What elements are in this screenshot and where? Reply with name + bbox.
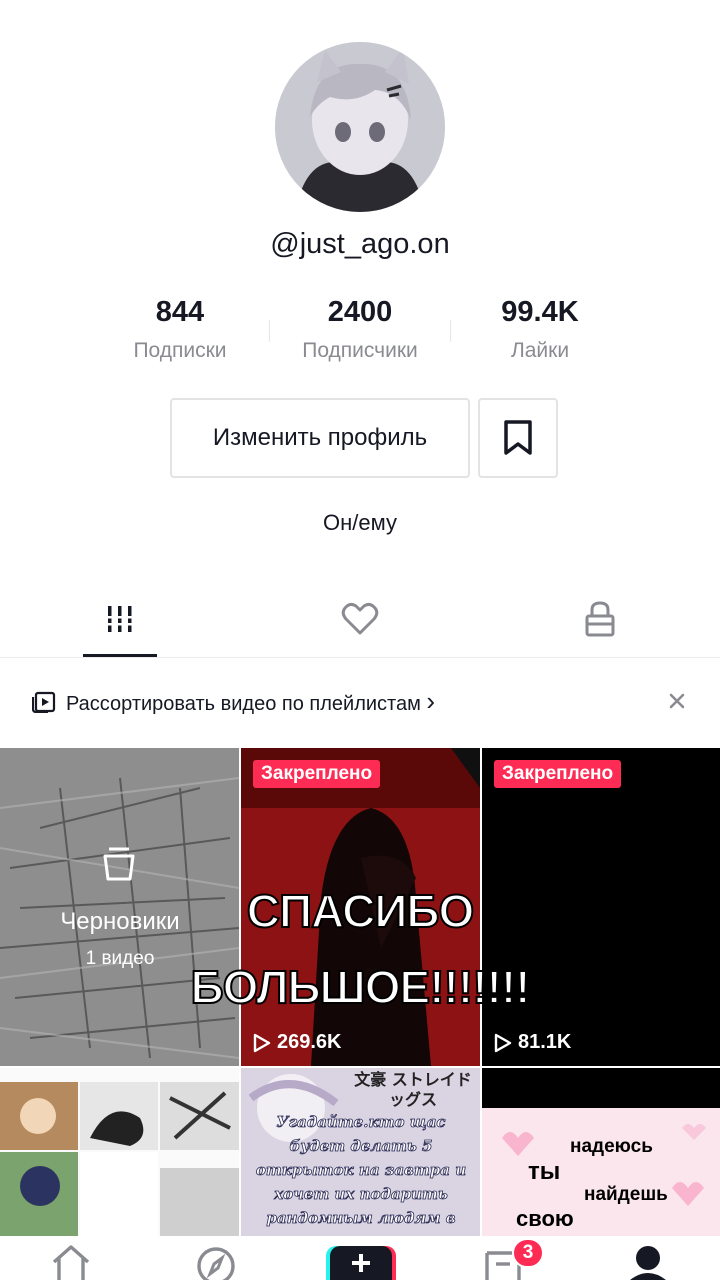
view-count: 81.1K: [494, 1031, 571, 1054]
favorites-button[interactable]: [478, 398, 558, 478]
active-tab-indicator: [83, 654, 157, 657]
playlist-banner[interactable]: Рассортировать видео по плейлистам ›: [0, 676, 720, 726]
stat-likes[interactable]: 99.4K Лайки: [450, 296, 630, 363]
video-text-line: найдешь: [584, 1184, 668, 1205]
edit-profile-button[interactable]: Изменить профиль: [170, 398, 470, 478]
profile-bio: Он/ему: [323, 510, 397, 535]
video-title-overlay: 文豪 ストレイドッグス: [354, 1070, 472, 1109]
bookmark-icon: [504, 420, 532, 455]
profile-icon[interactable]: [628, 1244, 668, 1280]
create-button[interactable]: [330, 1246, 392, 1280]
videos-grid-icon: [105, 606, 135, 632]
tab-videos[interactable]: [0, 580, 240, 658]
stat-likes-value: 99.4K: [501, 296, 579, 328]
play-icon: [494, 1033, 512, 1052]
video-text-line: надеюсь: [570, 1136, 653, 1157]
video-tile[interactable]: 文豪 ストレイドッグス Угадайте.кто щас будет делат…: [241, 1068, 480, 1236]
tab-private[interactable]: [480, 580, 720, 658]
playlist-banner-text: Рассортировать видео по плейлистам ›: [66, 685, 436, 716]
pinned-badge: Закреплено: [494, 760, 622, 788]
tab-liked[interactable]: [240, 580, 480, 658]
overlay-caption-line1: СПАСИБО: [246, 884, 475, 938]
chevron-right-icon: ›: [426, 685, 436, 716]
stat-followers-value: 2400: [327, 296, 393, 328]
profile-tabs: [0, 580, 720, 658]
stat-likes-label: Лайки: [510, 339, 570, 362]
play-icon: [253, 1033, 271, 1052]
stat-following-label: Подписки: [133, 339, 227, 362]
profile-username: @just_ago.on: [270, 228, 450, 260]
view-count: 269.6K: [253, 1031, 342, 1054]
video-tile[interactable]: надеюсь ты найдешь свою: [482, 1068, 720, 1236]
stat-followers[interactable]: 2400 Подписчики: [270, 296, 450, 363]
video-text-line: ты: [528, 1158, 561, 1185]
home-icon[interactable]: [50, 1244, 92, 1280]
close-icon: [669, 693, 685, 709]
inbox-badge: 3: [512, 1238, 544, 1268]
drafts-icon: [103, 847, 135, 881]
video-tile[interactable]: [0, 1068, 239, 1236]
heart-icon: [341, 602, 379, 635]
stat-following-value: 844: [155, 296, 205, 328]
video-caption-overlay: Угадайте.кто щас будет делать 5 открыток…: [255, 1113, 467, 1236]
lock-icon: [585, 601, 615, 637]
stat-following[interactable]: 844 Подписки: [90, 296, 270, 363]
discover-compass-icon[interactable]: [196, 1246, 236, 1280]
close-banner-button[interactable]: [664, 688, 690, 714]
profile-avatar[interactable]: [275, 42, 445, 212]
overlay-caption-line2: БОЛЬШОЕ!!!!!!!: [190, 960, 532, 1014]
video-text-line: свою: [516, 1206, 574, 1231]
stat-followers-label: Подписчики: [302, 339, 418, 362]
plus-icon: [352, 1254, 370, 1272]
pinned-badge: Закреплено: [253, 760, 381, 788]
playlist-icon: [32, 691, 56, 713]
bottom-navbar: [0, 1236, 720, 1280]
